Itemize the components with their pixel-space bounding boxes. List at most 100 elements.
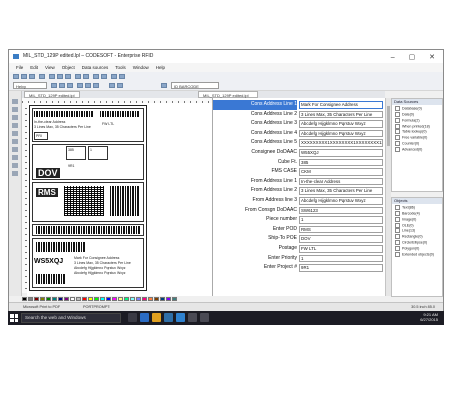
color-swatch[interactable]: [106, 297, 111, 301]
prop-value-input[interactable]: 9R1: [299, 264, 383, 272]
prop-row[interactable]: Enter Priority 1: [213, 254, 385, 264]
menu-tools[interactable]: Tools: [115, 65, 126, 70]
bold-icon[interactable]: [51, 83, 57, 88]
store-icon[interactable]: [164, 313, 173, 322]
prop-row[interactable]: Enter POD RMS: [213, 225, 385, 235]
rfid-icon[interactable]: [111, 74, 117, 79]
underline-icon[interactable]: [67, 83, 73, 88]
color-swatch[interactable]: [28, 297, 33, 301]
color-swatch[interactable]: [40, 297, 45, 301]
select-icon[interactable]: [12, 99, 18, 104]
image-tool-icon[interactable]: [12, 123, 18, 128]
color-swatch[interactable]: [76, 297, 81, 301]
align-left-icon[interactable]: [77, 83, 83, 88]
prop-value-input[interactable]: DOV: [299, 235, 383, 243]
color-swatch[interactable]: [148, 297, 153, 301]
tree-item-extended[interactable]: Extended objects(0): [395, 251, 434, 258]
app-taskbar-icon[interactable]: [200, 313, 209, 322]
tab-document[interactable]: MIL_STD_129P edited.lpl: [24, 91, 80, 98]
tab-properties[interactable]: MIL_STD_129P edited.lpl: [198, 91, 258, 98]
prop-row[interactable]: Postage FW LTL: [213, 244, 385, 254]
prop-row[interactable]: From Address line 3 Abcdefg Hijgklmno Pqr…: [213, 196, 385, 206]
zoom-in-icon[interactable]: [93, 74, 99, 79]
prop-value-input[interactable]: RMS: [299, 225, 383, 234]
color-swatch[interactable]: [70, 297, 75, 301]
prop-row[interactable]: Consignee DoDAAC W55XQJ: [213, 148, 385, 158]
undo-icon[interactable]: [75, 74, 81, 79]
rfid-tool-icon[interactable]: [12, 163, 18, 168]
color-swatch[interactable]: [130, 297, 135, 301]
label-preview[interactable]: In-the-clear Address 3 Lines Max, 35 Cha…: [29, 105, 147, 291]
prop-value-input[interactable]: CKM: [299, 168, 383, 176]
font-combo[interactable]: Helvy: [13, 82, 47, 89]
color-swatch[interactable]: [64, 297, 69, 301]
codesoft-taskbar-icon[interactable]: [188, 313, 197, 322]
color-swatch[interactable]: [124, 297, 129, 301]
mail-icon[interactable]: [176, 313, 185, 322]
prop-row[interactable]: From Address Line 23 Lines Max, 35 Chara…: [213, 186, 385, 196]
color-swatch[interactable]: [100, 297, 105, 301]
rotate-icon[interactable]: [109, 83, 115, 88]
italic-icon[interactable]: [59, 83, 65, 88]
form-tool-icon[interactable]: [12, 171, 18, 176]
color-swatch[interactable]: [82, 297, 87, 301]
color-swatch[interactable]: [160, 297, 165, 301]
prop-value-input[interactable]: Mark For Consignee Address: [299, 101, 383, 109]
prop-row[interactable]: Cons Address Line 5 XXXXXXXXX1XXXXXXXX1XX…: [213, 138, 385, 148]
cut-icon[interactable]: [49, 74, 55, 79]
prop-row[interactable]: Cons Address Line 1 Mark For Consignee Ad…: [213, 100, 385, 110]
prop-row[interactable]: From Consgn DoDAAC SW6123: [213, 206, 385, 216]
line-tool-icon[interactable]: [12, 131, 18, 136]
prop-row[interactable]: Piece number 1: [213, 215, 385, 225]
edge-icon[interactable]: [140, 313, 149, 322]
color-swatch[interactable]: [52, 297, 57, 301]
color-swatch[interactable]: [46, 297, 51, 301]
prop-row[interactable]: Cube Ft. 385: [213, 158, 385, 168]
color-swatch[interactable]: [88, 297, 93, 301]
align-center-icon[interactable]: [85, 83, 91, 88]
scrollbar-thumb[interactable]: [387, 106, 390, 146]
menu-object[interactable]: Object: [62, 65, 75, 70]
color-swatch[interactable]: [154, 297, 159, 301]
prop-value-input[interactable]: Abcdefg Hijgklmno Pqrstuv Wxyz: [299, 197, 383, 205]
menu-window[interactable]: Window: [133, 65, 149, 70]
prop-value-input[interactable]: 385: [299, 158, 383, 167]
grid-icon[interactable]: [117, 83, 123, 88]
prop-value-input[interactable]: FW LTL: [299, 245, 383, 253]
paste-icon[interactable]: [65, 74, 71, 79]
prop-row[interactable]: From Address Line 1 In-the-clear Address: [213, 177, 385, 187]
save-icon[interactable]: [29, 74, 35, 79]
color-swatch[interactable]: [112, 297, 117, 301]
prop-row[interactable]: Ship-To POE DOV: [213, 234, 385, 244]
prop-value-input[interactable]: SW6123: [299, 206, 383, 215]
prop-row[interactable]: Cons Address Line 3 Abcdefg Hijgklmno Pqr…: [213, 119, 385, 129]
folder-icon[interactable]: [152, 313, 161, 322]
prop-value-input[interactable]: 1: [299, 216, 383, 224]
rectangle-tool-icon[interactable]: [12, 139, 18, 144]
copy-icon[interactable]: [57, 74, 63, 79]
color-swatch[interactable]: [172, 297, 177, 301]
prop-value-input[interactable]: 1: [299, 254, 383, 263]
task-view-icon[interactable]: [128, 313, 137, 322]
redo-icon[interactable]: [83, 74, 89, 79]
color-swatch[interactable]: [166, 297, 171, 301]
tree-item-advanced[interactable]: Advanced(0): [395, 147, 430, 153]
menu-data-sources[interactable]: Data sources: [82, 65, 109, 70]
color-swatch[interactable]: [22, 297, 27, 301]
color-swatch[interactable]: [58, 297, 63, 301]
ellipse-tool-icon[interactable]: [12, 147, 18, 152]
system-clock[interactable]: 9:21 AM 6/27/2015: [420, 312, 438, 322]
prop-value-input[interactable]: In-the-clear Address: [299, 177, 383, 186]
menu-edit[interactable]: Edit: [30, 65, 38, 70]
polygon-tool-icon[interactable]: [12, 155, 18, 160]
zoom-out-icon[interactable]: [101, 74, 107, 79]
menu-file[interactable]: File: [16, 65, 23, 70]
prop-row[interactable]: FMS CASE CKM: [213, 167, 385, 177]
text-tool-icon[interactable]: [12, 107, 18, 112]
object-type-icon[interactable]: [161, 83, 167, 88]
prop-row[interactable]: Enter Project #9R1: [213, 263, 385, 273]
prop-value-input[interactable]: Abcdefg Hijgklmno Pqrstuv Wxyz: [299, 129, 383, 138]
taskbar-search-input[interactable]: Search the web and Windows: [21, 313, 121, 323]
menu-help[interactable]: Help: [156, 65, 165, 70]
prop-value-input[interactable]: Abcdefg Hijgklmno Pqrstuv Wxyz: [299, 120, 383, 128]
